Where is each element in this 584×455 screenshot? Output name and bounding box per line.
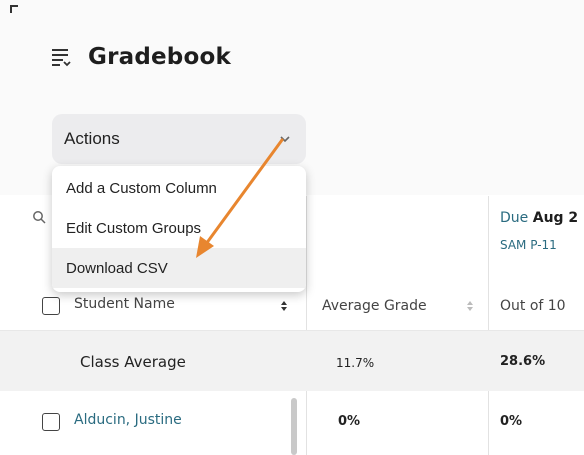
student-assignment-grade: 0% xyxy=(500,414,523,429)
out-of-header: Out of 10 xyxy=(500,298,566,314)
student-average-grade: 0% xyxy=(338,414,361,429)
menu-item-download-csv[interactable]: Download CSV xyxy=(52,248,306,288)
class-average-label: Class Average xyxy=(80,353,186,371)
student-name-header[interactable]: Student Name xyxy=(74,296,175,312)
due-date: Aug 2 xyxy=(532,210,579,226)
class-average-grade: 11.7% xyxy=(336,356,375,370)
actions-menu: Add a Custom Column Edit Custom Groups D… xyxy=(52,166,306,292)
sort-icon[interactable] xyxy=(280,300,288,312)
row-checkbox[interactable] xyxy=(42,413,60,431)
menu-item-edit-custom-groups[interactable]: Edit Custom Groups xyxy=(52,208,306,248)
page-header: Gradebook xyxy=(50,44,231,70)
gradebook-icon xyxy=(52,49,71,67)
actions-dropdown[interactable]: Actions xyxy=(52,114,306,164)
chevron-down-icon xyxy=(280,136,290,143)
menu-item-add-custom-column[interactable]: Add a Custom Column xyxy=(52,168,306,208)
student-name-link[interactable]: Alducin, Justine xyxy=(74,412,182,428)
select-all-checkbox[interactable] xyxy=(42,297,60,315)
sort-icon[interactable] xyxy=(466,300,474,312)
scrollbar[interactable] xyxy=(291,398,297,455)
page-title: Gradebook xyxy=(88,44,231,70)
average-grade-header[interactable]: Average Grade xyxy=(322,298,427,314)
assignment-code-link[interactable]: SAM P-11 xyxy=(500,238,557,252)
assignment-due-date[interactable]: Due Aug 2 xyxy=(500,210,578,226)
class-average-assignment: 28.6% xyxy=(500,354,546,369)
due-prefix: Due xyxy=(500,210,529,226)
actions-label: Actions xyxy=(64,129,120,148)
search-icon[interactable] xyxy=(32,210,46,224)
corner-mark xyxy=(10,5,18,13)
